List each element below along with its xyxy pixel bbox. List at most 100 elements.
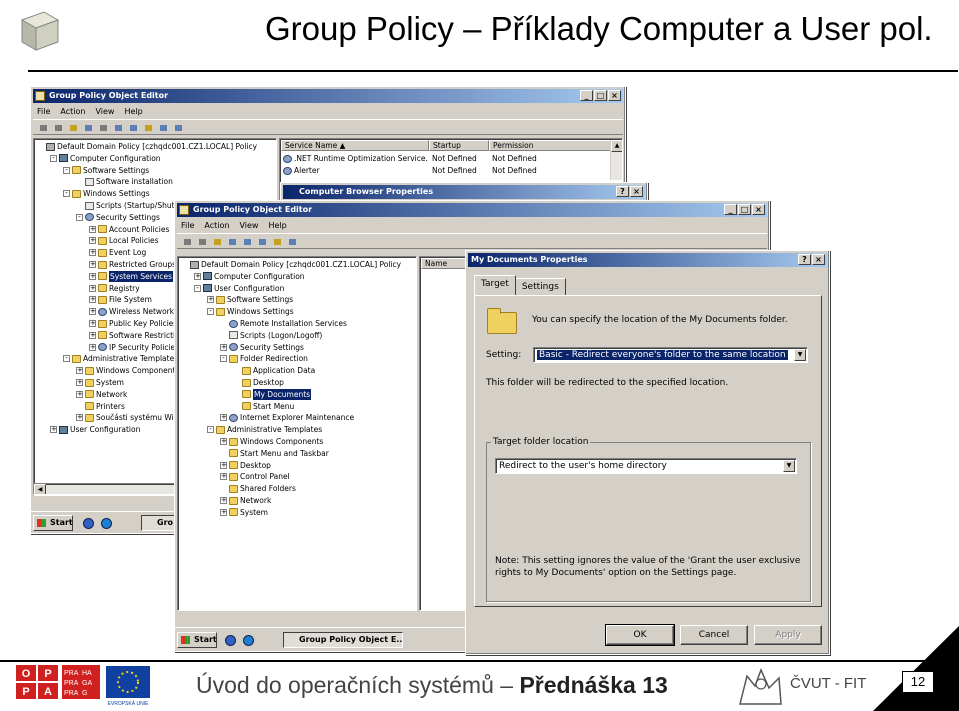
tree-item[interactable]: + System Services [89, 270, 173, 282]
scroll-left-button[interactable]: ◀ [34, 484, 46, 494]
close-button[interactable]: × [752, 204, 765, 215]
refresh-icon[interactable] [256, 236, 268, 247]
ie-quicklaunch-icon[interactable] [83, 518, 94, 529]
tree-item[interactable]: + Security Settings [220, 342, 304, 353]
collapse-toggle-icon[interactable]: - [207, 308, 214, 316]
browser-props-titlebar[interactable]: Computer Browser Properties ? × [283, 185, 645, 199]
minimize-button[interactable]: _ [580, 90, 593, 101]
console-icon[interactable] [172, 122, 184, 133]
collapse-toggle-icon[interactable]: - [207, 426, 214, 434]
expand-toggle-icon[interactable]: + [50, 426, 57, 434]
front-tree-pane[interactable]: Default Domain Policy [czhqdc001.CZ1.LOC… [177, 256, 417, 611]
collapse-toggle-icon[interactable]: - [220, 355, 227, 363]
menu-action[interactable]: Action [60, 105, 85, 118]
tree-item[interactable]: - Security Settings [76, 212, 160, 223]
forward-arrow-icon[interactable] [52, 122, 64, 133]
scroll-up-button[interactable]: ▲ [611, 140, 622, 152]
expand-toggle-icon[interactable]: + [194, 272, 201, 280]
up-folder-icon[interactable] [211, 236, 223, 247]
forward-arrow-icon[interactable] [196, 236, 208, 247]
expand-toggle-icon[interactable]: + [89, 331, 96, 339]
tree-item[interactable]: Desktop [233, 377, 284, 388]
cancel-button[interactable]: Cancel [680, 625, 748, 645]
menu-file[interactable]: File [181, 219, 194, 232]
tree-item[interactable]: + Local Policies [89, 235, 159, 246]
tree-item[interactable]: + Windows Components [76, 365, 179, 376]
refresh-icon[interactable] [127, 122, 139, 133]
apply-button[interactable]: Apply [754, 625, 822, 645]
tree-item[interactable]: + Event Log [89, 247, 146, 258]
expand-toggle-icon[interactable]: + [76, 390, 83, 398]
expand-toggle-icon[interactable]: + [89, 296, 96, 304]
tree-item[interactable]: + System [220, 507, 268, 518]
back-arrow-icon[interactable] [181, 236, 193, 247]
expand-toggle-icon[interactable]: + [89, 308, 96, 316]
tree-item[interactable]: - Windows Settings [63, 188, 150, 199]
back-list-scrollbar[interactable]: ▲ [610, 140, 622, 180]
tree-item[interactable]: Start Menu [233, 401, 294, 412]
service-row-2-name[interactable]: Alerter [294, 165, 320, 176]
tree-item[interactable]: + Account Policies [89, 224, 169, 235]
menu-help[interactable]: Help [268, 219, 286, 232]
back-arrow-icon[interactable] [37, 122, 49, 133]
show-tree-icon[interactable] [226, 236, 238, 247]
explorer-quicklaunch-icon[interactable] [101, 518, 112, 529]
column-service-name[interactable]: Service Name ▲ [281, 140, 429, 151]
collapse-toggle-icon[interactable]: - [63, 355, 70, 363]
tree-item[interactable]: Scripts (Startup/Shutdo [76, 200, 184, 211]
help-icon[interactable] [286, 236, 298, 247]
export-list-icon[interactable] [271, 236, 283, 247]
expand-toggle-icon[interactable]: + [220, 497, 227, 504]
show-tree-icon[interactable] [82, 122, 94, 133]
column-permission[interactable]: Permission [489, 140, 613, 151]
expand-toggle-icon[interactable]: + [89, 225, 96, 233]
menu-view[interactable]: View [95, 105, 114, 118]
tree-item[interactable]: + Public Key Policies [89, 318, 177, 329]
tree-item[interactable]: Software installation [76, 176, 173, 187]
service-row-1-name[interactable]: .NET Runtime Optimization Service... [294, 153, 428, 164]
expand-toggle-icon[interactable]: + [220, 414, 227, 422]
maximize-button[interactable]: □ [738, 204, 751, 215]
tree-item[interactable]: + Network [220, 495, 271, 506]
help-icon[interactable] [157, 122, 169, 133]
expand-toggle-icon[interactable]: + [89, 272, 96, 280]
tree-item[interactable]: Shared Folders [220, 483, 296, 494]
minimize-button[interactable]: _ [724, 204, 737, 215]
maximize-button[interactable]: □ [594, 90, 607, 101]
front-window-titlebar[interactable]: Group Policy Object Editor _ □ × [177, 203, 767, 217]
tree-item[interactable]: + Software Restrictio [89, 330, 180, 341]
tab-target[interactable]: Target [474, 275, 516, 295]
taskbar-gpo-button[interactable]: Group Policy Object E... [283, 632, 403, 648]
tree-item[interactable]: + Control Panel [220, 471, 290, 482]
tree-item[interactable]: Start Menu and Taskbar [220, 448, 329, 459]
close-button[interactable]: × [630, 186, 643, 197]
tree-item[interactable]: Application Data [233, 365, 315, 376]
chevron-down-icon[interactable]: ▼ [794, 349, 806, 361]
tree-item[interactable]: + Wireless Network (I [89, 306, 182, 317]
column-startup[interactable]: Startup [429, 140, 489, 151]
tree-item[interactable]: - Computer Configuration [50, 153, 161, 164]
collapse-toggle-icon[interactable]: - [50, 154, 57, 162]
tree-item[interactable]: Default Domain Policy [czhqdc001.CZ1.LOC… [37, 141, 257, 152]
ie-quicklaunch-icon[interactable] [225, 635, 236, 646]
tree-item[interactable]: + Registry [89, 283, 140, 294]
expand-toggle-icon[interactable]: + [220, 461, 227, 469]
menu-file[interactable]: File [37, 105, 50, 118]
tree-item[interactable]: + Desktop [220, 460, 271, 471]
expand-toggle-icon[interactable]: + [89, 261, 96, 268]
delete-icon[interactable] [97, 122, 109, 133]
expand-toggle-icon[interactable]: + [89, 284, 96, 292]
expand-toggle-icon[interactable]: + [89, 237, 96, 245]
tree-item[interactable]: + User Configuration [50, 424, 140, 435]
tree-item[interactable]: - User Configuration [194, 283, 284, 294]
back-window-titlebar[interactable]: Group Policy Object Editor _ □ × [33, 89, 623, 103]
collapse-toggle-icon[interactable]: - [63, 190, 70, 198]
start-button[interactable]: Start [33, 515, 73, 531]
menu-action[interactable]: Action [204, 219, 229, 232]
export-list-icon[interactable] [142, 122, 154, 133]
help-button[interactable]: ? [798, 254, 811, 265]
ok-button[interactable]: OK [605, 624, 675, 646]
tree-item[interactable]: + System [76, 377, 124, 388]
expand-toggle-icon[interactable]: + [89, 320, 96, 327]
expand-toggle-icon[interactable]: + [207, 296, 214, 304]
